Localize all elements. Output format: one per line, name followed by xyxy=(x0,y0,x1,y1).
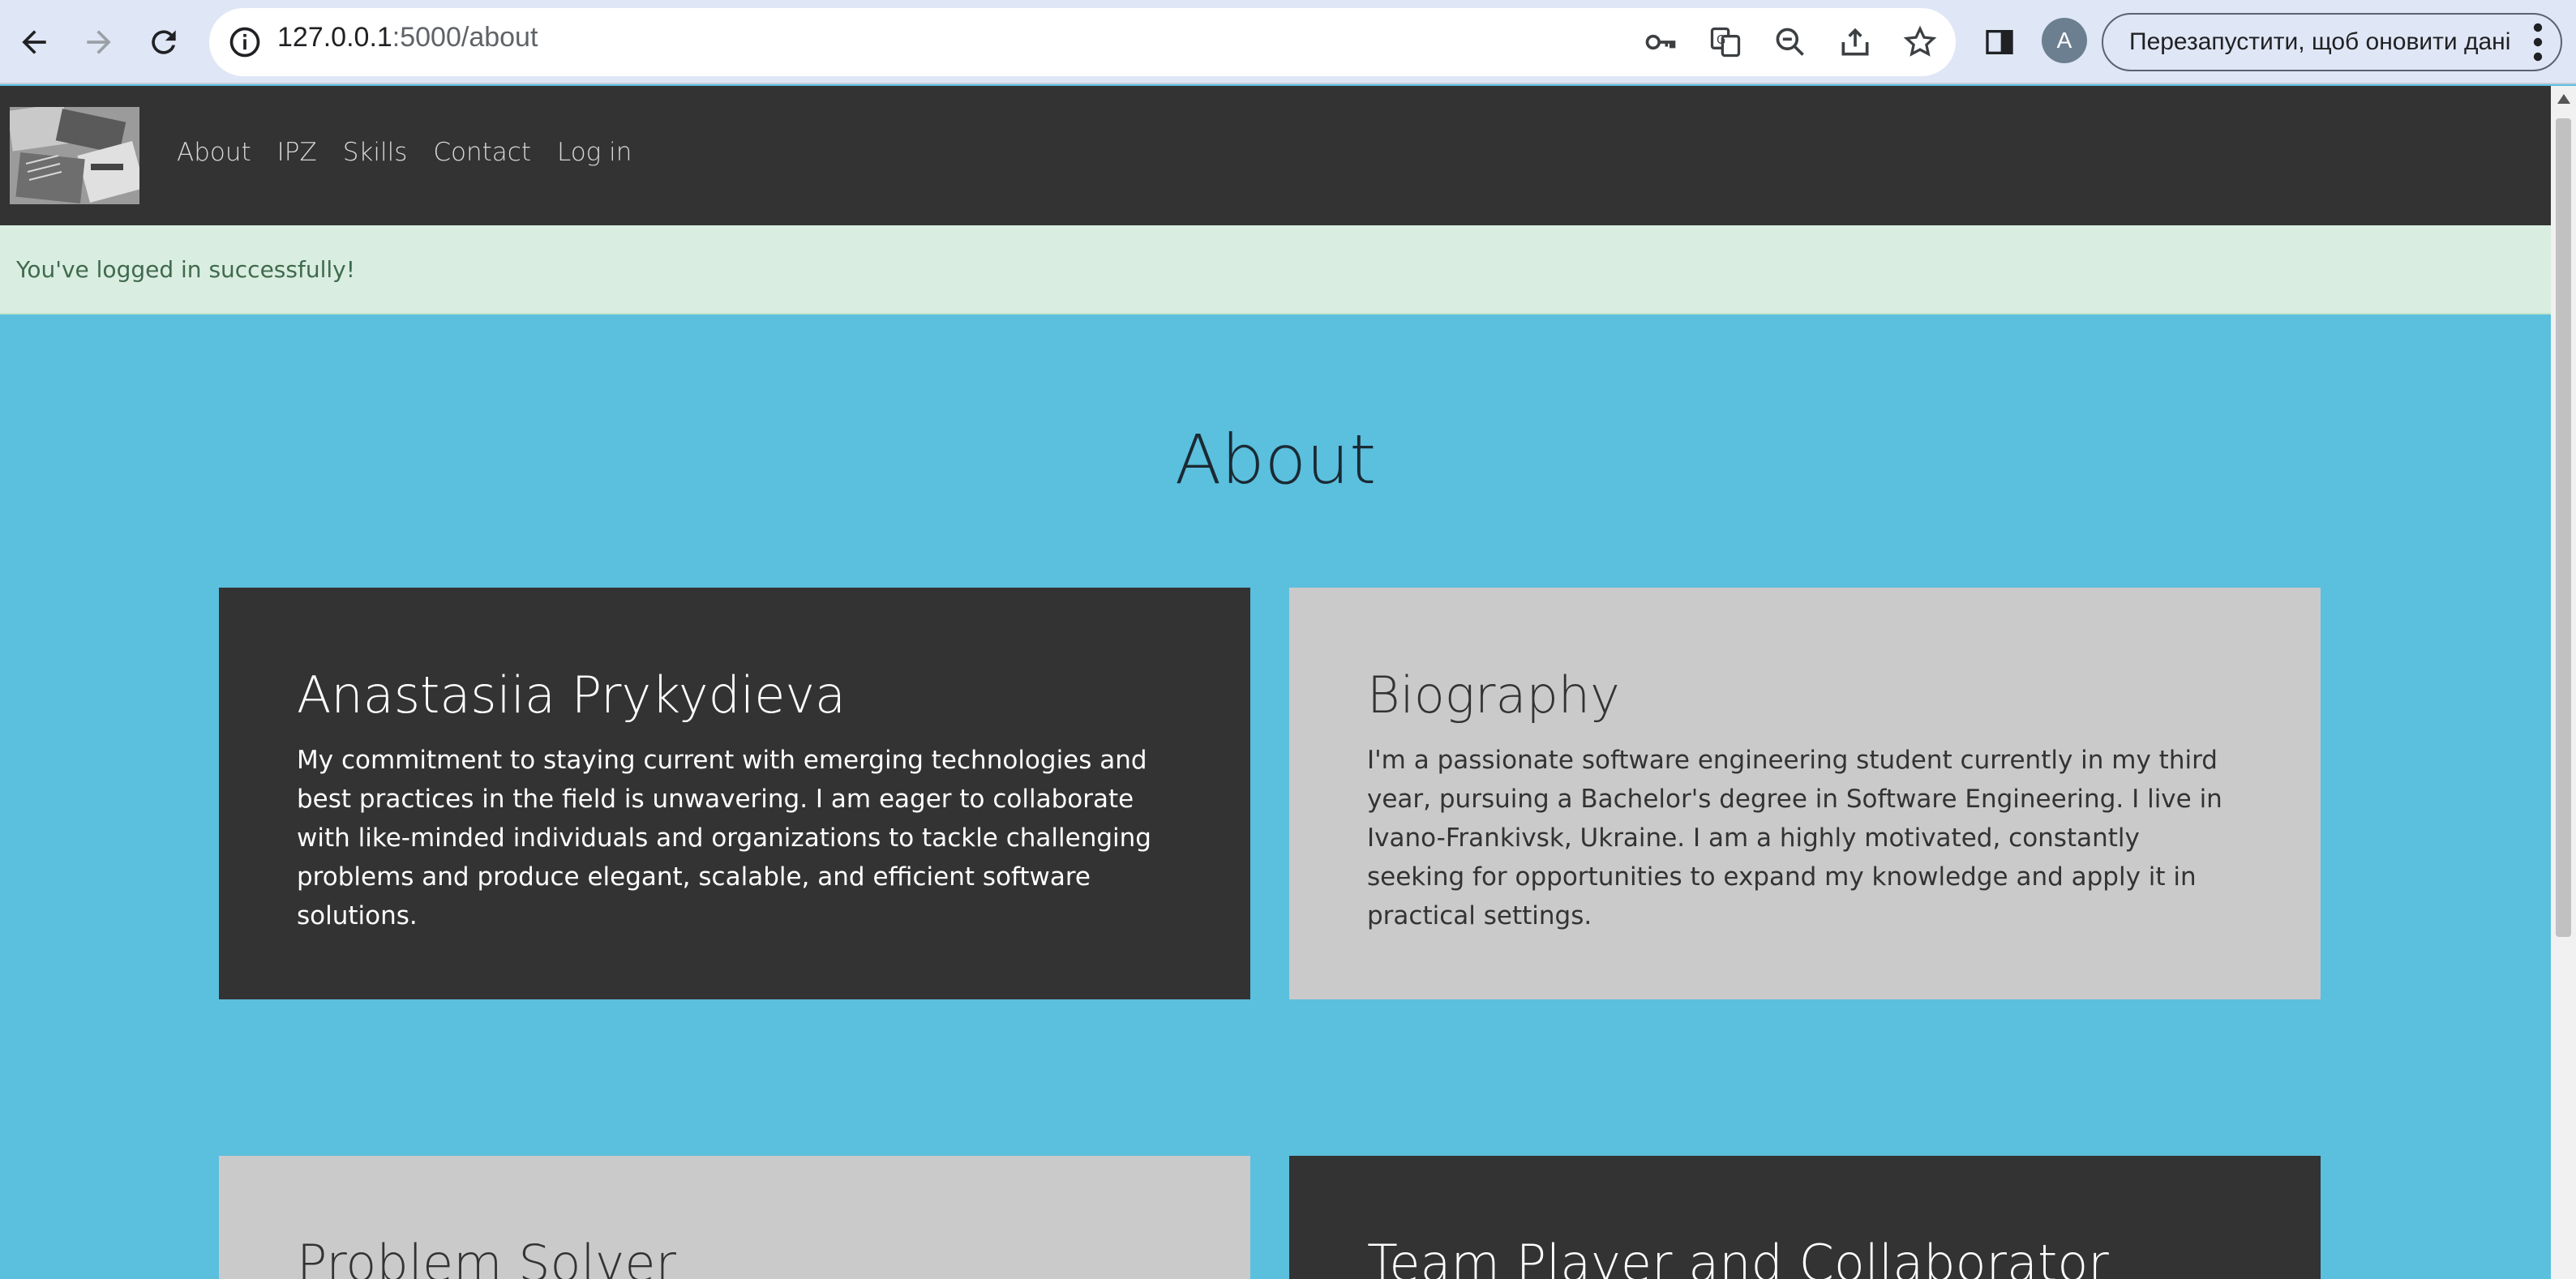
nav-link-contact[interactable]: Contact xyxy=(433,138,531,167)
card-title: Biography xyxy=(1367,665,1620,725)
page-scrollbar[interactable] xyxy=(2551,86,2576,1279)
translate-icon[interactable]: G xyxy=(1708,24,1743,60)
url-path: :5000/about xyxy=(392,22,538,53)
side-panel-icon xyxy=(1986,30,2013,54)
address-bar[interactable]: 127.0.0.1:5000/about G xyxy=(209,8,1956,76)
card-title: Problem Solver xyxy=(297,1234,677,1279)
card-team-player: Team Player and Collaborator xyxy=(1289,1156,2321,1279)
nav-link-skills[interactable]: Skills xyxy=(343,138,408,167)
arrow-right-icon xyxy=(87,30,111,54)
card-problem-solver: Problem Solver xyxy=(219,1156,1250,1279)
side-panel-button[interactable] xyxy=(1975,18,2024,66)
scroll-thumb[interactable] xyxy=(2556,118,2571,937)
browser-toolbar: 127.0.0.1:5000/about G A Перезапустити, … xyxy=(0,0,2576,84)
card-title: Anastasiia Prykydieva xyxy=(297,665,847,725)
nav-link-login[interactable]: Log in xyxy=(557,138,632,167)
flash-message-bar: You've logged in successfully! xyxy=(0,225,2551,314)
logo-image xyxy=(10,107,139,204)
reload-button[interactable] xyxy=(138,16,190,68)
site-logo[interactable] xyxy=(10,107,139,204)
url-text[interactable]: 127.0.0.1:5000/about xyxy=(277,22,538,53)
nav-link-about[interactable]: About xyxy=(177,138,251,167)
star-icon[interactable] xyxy=(1902,24,1938,60)
restart-to-update-button[interactable]: Перезапустити, щоб оновити дані xyxy=(2102,13,2562,71)
share-icon[interactable] xyxy=(1837,24,1873,60)
card-title: Team Player and Collaborator xyxy=(1367,1234,2109,1279)
reload-icon xyxy=(152,30,176,54)
profile-avatar[interactable]: A xyxy=(2042,18,2087,63)
card-text: I'm a passionate software engineering st… xyxy=(1367,746,2222,930)
site-navbar: About IPZ Skills Contact Log in xyxy=(0,86,2551,225)
zoom-out-icon[interactable] xyxy=(1772,24,1808,60)
page-title: About xyxy=(1174,420,1377,499)
card-profile: Anastasiia Prykydieva My commitment to s… xyxy=(219,588,1250,999)
key-icon[interactable] xyxy=(1643,24,1678,60)
arrow-left-icon xyxy=(22,30,46,54)
flash-message: You've logged in successfully! xyxy=(16,256,355,283)
card-text: My commitment to staying current with em… xyxy=(297,746,1151,930)
nav-link-ipz[interactable]: IPZ xyxy=(277,138,317,167)
forward-button[interactable] xyxy=(73,16,125,68)
nav-links: About IPZ Skills Contact Log in xyxy=(177,138,632,167)
url-host: 127.0.0.1 xyxy=(277,22,392,53)
back-button[interactable] xyxy=(8,16,60,68)
svg-text:G: G xyxy=(1717,33,1725,47)
more-menu-icon[interactable] xyxy=(2522,21,2554,63)
scroll-up-arrow-icon[interactable] xyxy=(2557,94,2570,104)
card-biography: Biography I'm a passionate software engi… xyxy=(1289,588,2321,999)
info-icon[interactable] xyxy=(227,24,263,60)
